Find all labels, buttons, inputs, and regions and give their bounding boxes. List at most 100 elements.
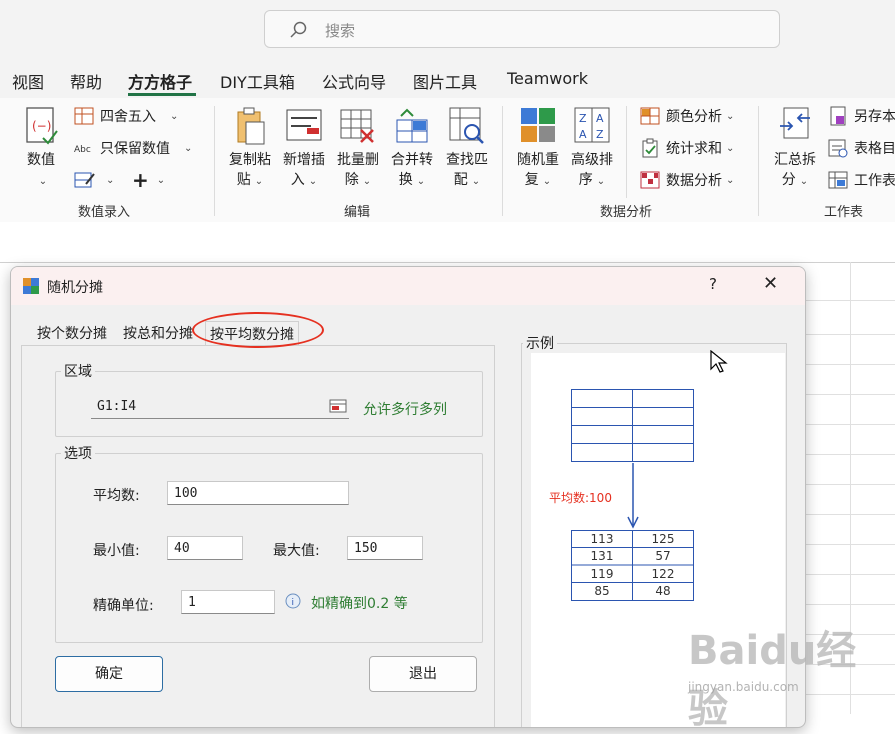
formula-bar[interactable]: [0, 222, 895, 263]
group-separator: [626, 106, 627, 198]
exit-button[interactable]: 退出: [369, 656, 477, 692]
tab-by-sum[interactable]: 按总和分摊: [119, 321, 197, 347]
summary-split-icon: [780, 107, 810, 139]
menu-view[interactable]: 视图: [12, 69, 44, 93]
save-as-button[interactable]: 另存本: [828, 106, 895, 126]
annotation-oval: [192, 312, 324, 348]
min-input[interactable]: 40: [167, 536, 243, 560]
chevron-down-icon: ⌄: [726, 110, 735, 122]
random-repeat-button[interactable]: 随机重复 ⌄: [512, 106, 564, 192]
result-cell: 57: [655, 549, 671, 563]
save-as-label: 另存本: [854, 109, 895, 125]
table-directory-button[interactable]: 表格目: [828, 138, 895, 158]
summary-split-label: 汇总拆: [774, 152, 816, 168]
advanced-sort-label: 高级排: [571, 152, 613, 168]
worksheet-tool-button[interactable]: 工作表: [828, 170, 895, 190]
add-button[interactable]: + ⌄: [132, 168, 165, 192]
find-match-button[interactable]: 查找匹配 ⌄: [440, 106, 494, 192]
format-brush-button[interactable]: ⌄: [74, 170, 114, 190]
watermark-url: jingyan.baidu.com: [688, 680, 799, 694]
chevron-down-icon: ⌄: [254, 176, 264, 187]
clipboard-check-icon: [642, 138, 658, 158]
numeric-icon: (−): [26, 107, 58, 145]
active-menu-underline: [128, 93, 196, 96]
copy-paste-label: 复制粘: [229, 152, 271, 168]
random-allocation-dialog: 随机分摊 ? ✕ 按个数分摊 按总和分摊 按平均数分摊 区域 G1:I4 允许多…: [10, 266, 806, 728]
average-input[interactable]: 100: [167, 481, 349, 505]
find-match-label: 查找匹: [446, 152, 488, 168]
menu-image-tools[interactable]: 图片工具: [413, 69, 477, 93]
round-icon: [74, 107, 94, 125]
ok-button[interactable]: 确定: [55, 656, 163, 692]
chevron-down-icon: ⌄: [170, 110, 179, 122]
result-cell: 131: [590, 549, 614, 563]
result-cell: 85: [594, 584, 610, 598]
chevron-down-icon: ⌄: [726, 142, 735, 154]
find-grid-icon: [449, 107, 484, 144]
precision-input[interactable]: 1: [181, 590, 275, 614]
chevron-down-icon: ⌄: [308, 176, 318, 187]
insert-label: 新增插: [283, 152, 325, 168]
plus-icon: +: [132, 168, 149, 192]
worksheet-tool-label: 工作表: [854, 173, 895, 189]
abc-icon: Abc: [74, 145, 91, 155]
find-match-label-2: 配: [453, 172, 468, 188]
search-box[interactable]: 搜索: [264, 10, 780, 48]
app-icon: [23, 278, 39, 294]
svg-text:A: A: [579, 128, 587, 141]
numeric-button[interactable]: (−) 数值 ⌄: [18, 106, 64, 192]
batch-delete-label: 批量删: [337, 152, 379, 168]
round-label: 四舍五入: [100, 109, 156, 125]
group-separator: [502, 106, 503, 216]
advanced-sort-button[interactable]: ZAAZ 高级排序 ⌄: [566, 106, 618, 192]
menu-fangfang[interactable]: 方方格子: [128, 69, 192, 93]
merge-convert-button[interactable]: 合并转换 ⌄: [386, 106, 438, 192]
menu-formula-wizard[interactable]: 公式向导: [322, 69, 386, 93]
chevron-down-icon: ⌄: [416, 176, 426, 187]
group-separator: [758, 106, 759, 216]
watermark-logo: Baidu经验: [688, 628, 857, 732]
region-input[interactable]: G1:I4: [91, 395, 349, 419]
region-hint: 允许多行多列: [363, 402, 447, 418]
random-repeat-label: 随机重: [517, 152, 559, 168]
precision-hint: 如精确到0.2 等: [311, 596, 408, 612]
arrow-down-icon: [627, 463, 639, 529]
insert-button[interactable]: 新增插入 ⌄: [278, 106, 330, 192]
count-sum-button[interactable]: 统计求和 ⌄: [640, 138, 734, 158]
summary-split-label-2: 分: [781, 172, 796, 188]
chevron-down-icon: ⌄: [156, 174, 166, 186]
help-button[interactable]: ?: [709, 275, 717, 293]
mouse-cursor-icon: [710, 350, 728, 373]
menu-teamwork[interactable]: Teamwork: [507, 69, 588, 88]
close-button[interactable]: ✕: [763, 273, 778, 294]
max-label: 最大值:: [273, 543, 320, 559]
insert-rows-icon: [286, 109, 322, 141]
result-cell: 119: [590, 567, 614, 581]
random-blocks-icon: [521, 108, 555, 142]
menu-diy-toolbox[interactable]: DIY工具箱: [220, 69, 295, 93]
region-legend: 区域: [61, 361, 95, 381]
data-analysis-button[interactable]: 数据分析 ⌄: [640, 170, 734, 190]
advanced-sort-label-2: 序: [578, 172, 593, 188]
info-icon[interactable]: i: [285, 593, 301, 609]
max-input[interactable]: 150: [347, 536, 423, 560]
group-label-data-analysis: 数据分析: [600, 205, 653, 220]
color-analysis-button[interactable]: 颜色分析 ⌄: [640, 106, 734, 126]
keep-value-button[interactable]: Abc 只保留数值 ⌄: [74, 138, 192, 158]
batch-delete-button[interactable]: 批量删除 ⌄: [332, 106, 384, 192]
summary-split-button[interactable]: 汇总拆分 ⌄: [768, 106, 822, 192]
table-directory-label: 表格目: [854, 141, 895, 157]
delete-grid-icon: [340, 109, 374, 143]
insert-label-2: 入: [290, 172, 305, 188]
svg-text:(−): (−): [32, 119, 51, 133]
range-select-icon[interactable]: [329, 398, 347, 414]
group-label-edit: 编辑: [344, 205, 371, 220]
color-grid-icon: [640, 107, 660, 125]
svg-text:A: A: [596, 112, 604, 125]
copy-paste-button[interactable]: 复制粘贴 ⌄: [224, 106, 276, 192]
tab-by-count[interactable]: 按个数分摊: [33, 321, 111, 347]
min-label: 最小值:: [93, 543, 140, 559]
round-button[interactable]: 四舍五入 ⌄: [74, 106, 178, 126]
menu-help[interactable]: 帮助: [70, 69, 102, 93]
example-legend: 示例: [523, 333, 557, 353]
